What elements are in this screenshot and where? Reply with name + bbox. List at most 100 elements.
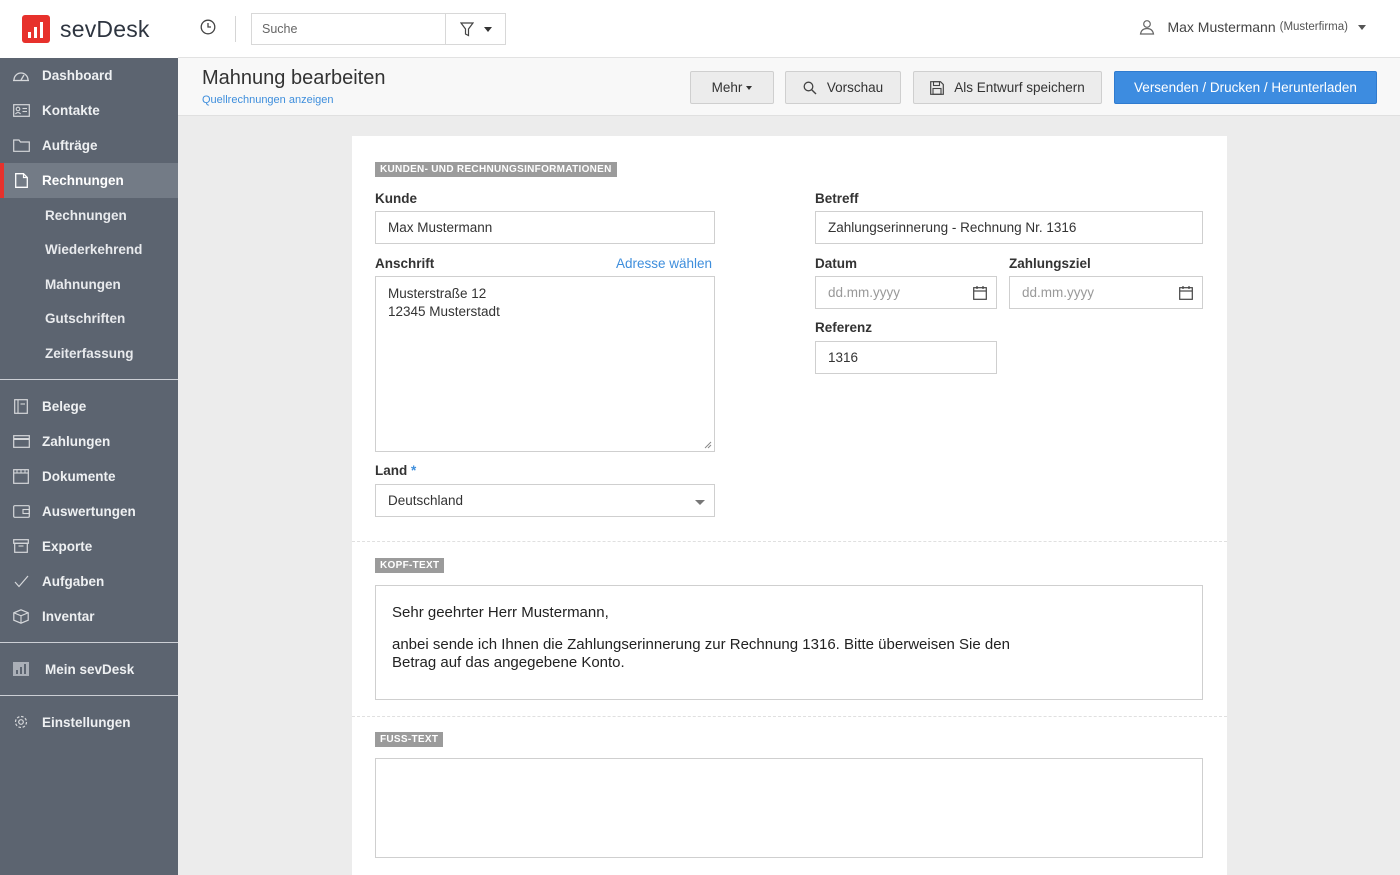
sidebar: sevDesk Dashboard Kontakte Aufträge Rech… (0, 0, 178, 875)
search-input[interactable] (251, 13, 445, 45)
archive-icon (12, 539, 30, 553)
country-select-value: Deutschland (388, 493, 464, 508)
source-invoices-link[interactable]: Quellrechnungen anzeigen (202, 94, 334, 106)
user-firm: (Musterfirma) (1279, 21, 1348, 33)
logo-text: sevDesk (60, 15, 150, 42)
sidebar-item-label: Aufgaben (42, 573, 105, 589)
date-label: Datum (815, 256, 858, 271)
bar-chart-icon (12, 662, 30, 676)
sidebar-item-label: Dokumente (42, 468, 116, 484)
sidebar-item-exporte[interactable]: Exporte (0, 529, 178, 564)
sidebar-item-auftraege[interactable]: Aufträge (0, 128, 178, 163)
subject-label: Betreff (815, 191, 859, 206)
sidebar-item-mein-sevdesk[interactable]: Mein sevDesk (0, 652, 178, 687)
gear-icon (12, 715, 30, 729)
sidebar-item-label: Mein sevDesk (45, 661, 135, 677)
form-panel: KUNDEN- UND RECHNUNGSINFORMATIONEN Kunde… (352, 136, 1227, 875)
search-icon (803, 81, 817, 94)
sidebar-item-label: Exporte (42, 538, 93, 554)
document-icon (12, 173, 30, 188)
required-marker: * (411, 463, 417, 478)
section-divider (352, 541, 1227, 542)
page-title: Mahnung bearbeiten (202, 67, 386, 89)
address-textarea[interactable]: Musterstraße 12 12345 Musterstadt (375, 276, 715, 452)
sidebar-item-dokumente[interactable]: Dokumente (0, 459, 178, 494)
logo[interactable]: sevDesk (0, 0, 178, 58)
save-draft-button-label: Als Entwurf speichern (954, 80, 1085, 95)
country-label: Land * (375, 463, 416, 478)
sidebar-item-label: Einstellungen (42, 714, 131, 730)
user-icon (1140, 20, 1155, 35)
sidebar-subitem-zeiterfassung[interactable]: Zeiterfassung (0, 336, 178, 371)
header-text-body-line-2: Betrag auf das angegebene Konto. (392, 654, 625, 671)
check-icon (12, 574, 30, 588)
page-header: Mahnung bearbeiten Quellrechnungen anzei… (178, 58, 1400, 116)
header-text-editor[interactable]: Sehr geehrter Herr Mustermann, anbei sen… (375, 585, 1203, 700)
top-bar: Max Mustermann (Musterfirma) (178, 0, 1400, 58)
sidebar-item-label: Zahlungen (42, 433, 111, 449)
sidebar-item-label: Auswertungen (42, 503, 136, 519)
sidebar-item-einstellungen[interactable]: Einstellungen (0, 705, 178, 740)
choose-address-link[interactable]: Adresse wählen (616, 256, 712, 271)
subject-field[interactable]: Zahlungserinnerung - Rechnung Nr. 1316 (815, 211, 1203, 244)
payment-term-field[interactable]: dd.mm.yyyy (1009, 276, 1203, 309)
sidebar-item-belege[interactable]: Belege (0, 389, 178, 424)
sidebar-item-dashboard[interactable]: Dashboard (0, 58, 178, 93)
preview-button[interactable]: Vorschau (785, 71, 901, 104)
chevron-down-icon (1358, 24, 1366, 30)
sidebar-divider (0, 378, 178, 380)
calendar-icon[interactable] (973, 286, 987, 300)
user-menu[interactable]: Max Mustermann (Musterfirma) (1139, 19, 1366, 35)
section-divider (352, 716, 1227, 717)
header-text-greeting: Sehr geehrter Herr Mustermann, (392, 604, 609, 621)
sidebar-item-label: Belege (42, 398, 87, 414)
payment-term-label: Zahlungsziel (1009, 256, 1091, 271)
reference-label: Referenz (815, 320, 873, 335)
country-select[interactable]: Deutschland (375, 484, 715, 517)
more-button[interactable]: Mehr (690, 71, 774, 104)
filter-icon (459, 21, 474, 36)
save-icon (930, 80, 945, 95)
customer-field[interactable]: Max Mustermann (375, 211, 715, 244)
send-print-download-button[interactable]: Versenden / Drucken / Herunterladen (1114, 71, 1377, 104)
sevdesk-logo-icon (22, 15, 50, 43)
date-field[interactable]: dd.mm.yyyy (815, 276, 997, 309)
sidebar-item-inventar[interactable]: Inventar (0, 599, 178, 634)
address-line-2: 12345 Musterstadt (388, 304, 500, 319)
sidebar-divider (0, 641, 178, 643)
user-name: Max Mustermann (1167, 19, 1276, 35)
sidebar-item-label: Kontakte (42, 103, 100, 118)
sidebar-subitem-rechnungen[interactable]: Rechnungen (0, 198, 178, 233)
reference-field[interactable]: 1316 (815, 341, 997, 374)
footer-text-editor[interactable] (375, 758, 1203, 858)
sidebar-subitem-mahnungen[interactable]: Mahnungen (0, 267, 178, 302)
sidebar-item-label: Dashboard (42, 68, 113, 83)
header-text-body-line-1: anbei sende ich Ihnen die Zahlungserinne… (392, 636, 1010, 653)
date-placeholder: dd.mm.yyyy (828, 285, 901, 300)
sidebar-item-aufgaben[interactable]: Aufgaben (0, 564, 178, 599)
topbar-divider (235, 16, 236, 42)
sidebar-item-kontakte[interactable]: Kontakte (0, 93, 178, 128)
payment-term-placeholder: dd.mm.yyyy (1022, 285, 1095, 300)
section-title-header-text: KOPF-TEXT (375, 558, 445, 573)
filter-button[interactable] (445, 13, 506, 45)
history-clock-icon[interactable] (200, 19, 218, 37)
sidebar-divider (0, 694, 178, 696)
sidebar-subitem-wiederkehrend[interactable]: Wiederkehrend (0, 233, 178, 268)
address-label: Anschrift (375, 256, 435, 271)
documents-icon (12, 468, 30, 484)
save-draft-button[interactable]: Als Entwurf speichern (913, 71, 1102, 104)
contact-card-icon (12, 104, 30, 118)
dashboard-icon (12, 69, 30, 83)
calendar-icon[interactable] (1179, 286, 1193, 300)
country-label-text: Land (375, 463, 408, 478)
resize-handle-icon[interactable] (704, 441, 712, 449)
sidebar-item-label: Rechnungen (42, 173, 124, 188)
sidebar-item-rechnungen[interactable]: Rechnungen (0, 163, 178, 198)
sidebar-item-auswertungen[interactable]: Auswertungen (0, 494, 178, 529)
sidebar-item-zahlungen[interactable]: Zahlungen (0, 424, 178, 459)
wallet-icon (12, 504, 30, 518)
box-icon (12, 608, 30, 624)
preview-button-label: Vorschau (826, 80, 884, 95)
sidebar-subitem-gutschriften[interactable]: Gutschriften (0, 302, 178, 337)
